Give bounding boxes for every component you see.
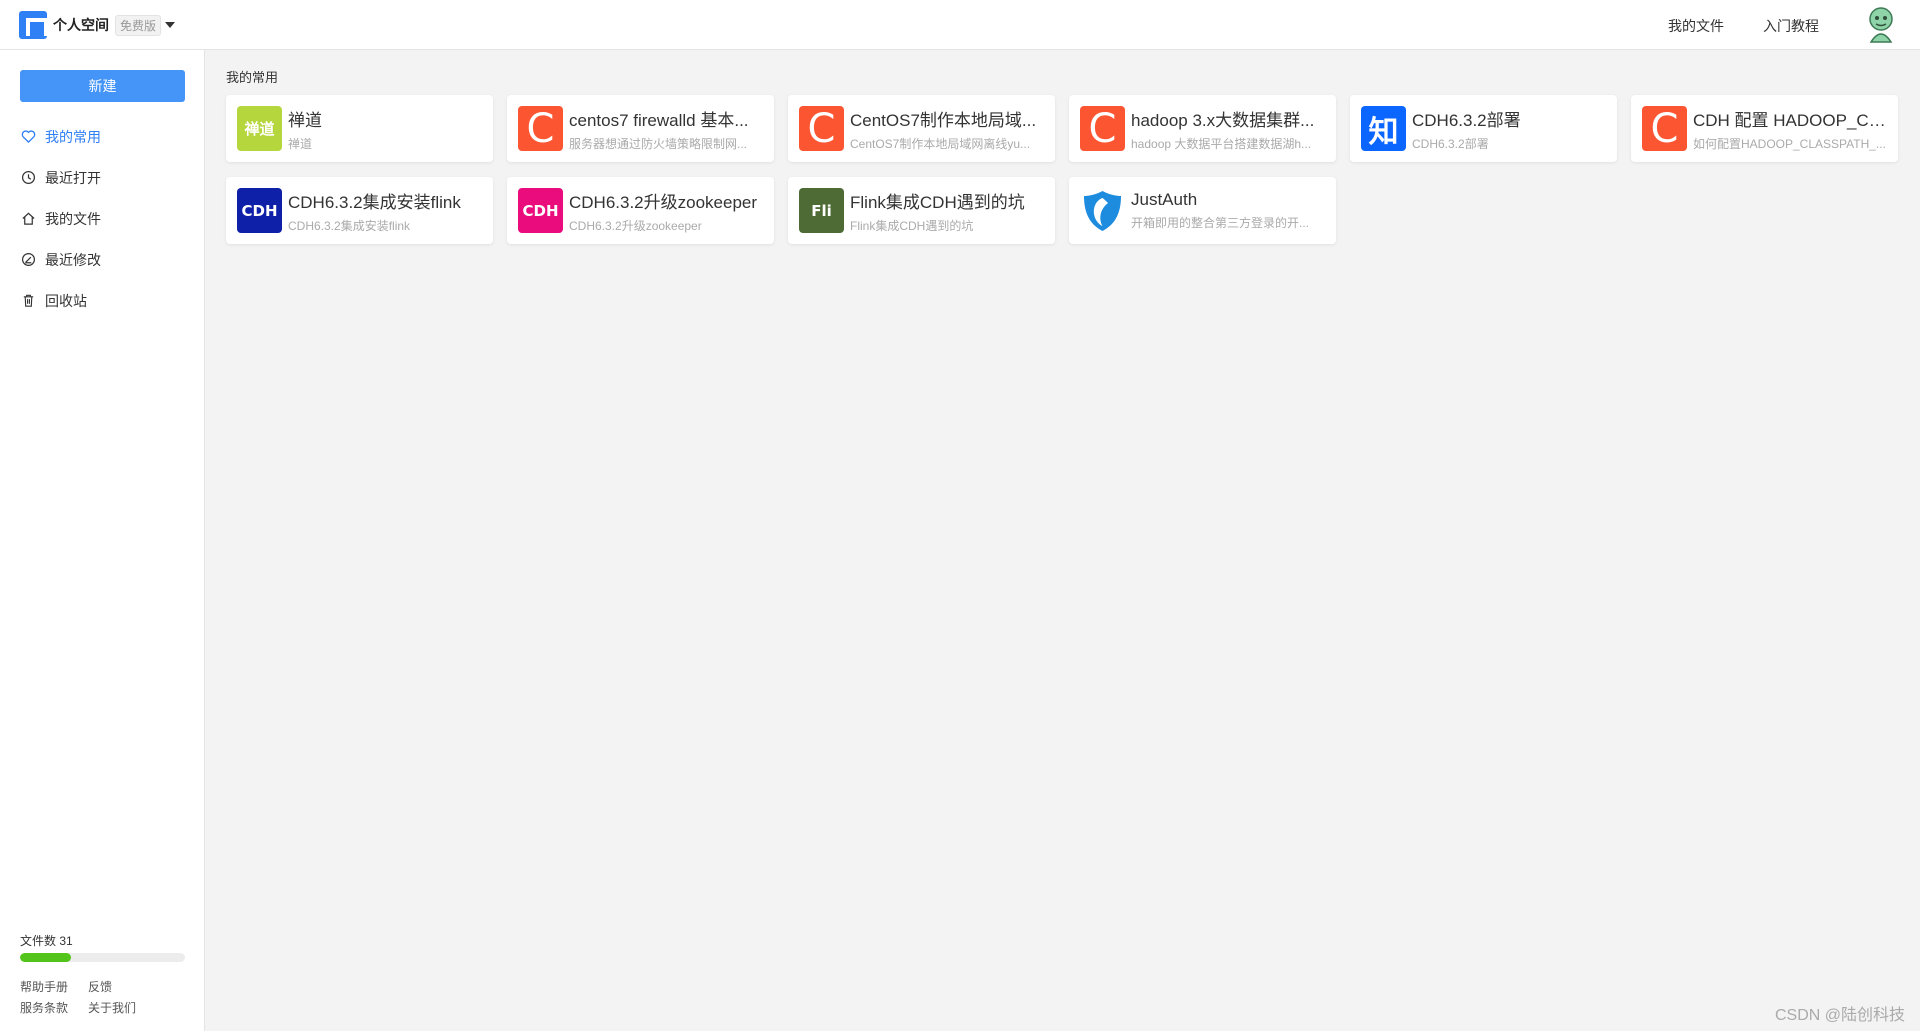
card-subtitle: CDH6.3.2部署 [1412,136,1489,151]
zentao-icon: 禅道 [237,106,282,151]
file-card[interactable]: C hadoop 3.x大数据集群... hadoop 大数据平台搭建数据湖h.… [1069,95,1336,162]
sidebar-item-trash[interactable]: 回收站 [20,280,190,321]
trash-icon [20,293,36,309]
file-card[interactable]: CDH CDH6.3.2升级zookeeper CDH6.3.2升级zookee… [507,177,774,244]
sidebar-item-label: 我的文件 [45,210,101,227]
card-subtitle: hadoop 大数据平台搭建数据湖h... [1131,136,1312,151]
file-quota-bar [20,953,185,962]
card-title: CDH6.3.2集成安装flink [288,192,461,212]
file-card[interactable]: C CDH 配置 HADOOP_CL... 如何配置HADOOP_CLASSPA… [1631,95,1898,162]
file-quota-fill [20,953,72,962]
card-subtitle: CDH6.3.2集成安装flink [288,218,411,233]
space-name: 个人空间 [53,17,109,33]
sidebar: 新建 我的常用 最近打开 我的文件 最近修改 回收站 文件数 31 帮助手册 反… [0,50,205,1031]
card-title: centos7 firewalld 基本... [569,110,749,130]
cdh-icon: CDH [518,188,563,233]
main-content: 我的常用 禅道 禅道 禅道 C centos7 firewalld 基本... … [205,50,1920,1031]
plan-badge: 免费版 [115,14,162,36]
terms-link[interactable]: 服务条款 [20,999,88,1016]
card-title: CDH6.3.2部署 [1412,110,1521,130]
card-subtitle: 禅道 [288,136,313,151]
caret-down-icon[interactable] [165,22,176,28]
card-subtitle: 如何配置HADOOP_CLASSPATH_... [1693,136,1886,151]
cdh-icon: CDH [237,188,282,233]
file-card[interactable]: C centos7 firewalld 基本... 服务器想通过防火墙策略限制网… [507,95,774,162]
card-title: Flink集成CDH遇到的坑 [850,192,1025,212]
file-card[interactable]: JustAuth 开箱即用的整合第三方登录的开... [1069,177,1336,244]
feedback-link[interactable]: 反馈 [88,978,156,995]
app-logo-icon [19,11,48,39]
card-title: JustAuth [1131,190,1198,209]
zhihu-icon: 知 [1361,106,1406,151]
flink-icon: Fli [799,188,844,233]
file-card[interactable]: C CentOS7制作本地局域... CentOS7制作本地局域网离线yu... [788,95,1055,162]
watermark: CSDN @陆创科技 [1774,1007,1905,1024]
avatar[interactable] [1864,6,1898,44]
file-card[interactable]: Fli Flink集成CDH遇到的坑 Flink集成CDH遇到的坑 [788,177,1055,244]
header-link-tutorial[interactable]: 入门教程 [1763,16,1819,36]
sidebar-footer: 帮助手册 反馈 服务条款 关于我们 [20,976,190,1018]
edit-circle-icon [20,252,36,268]
home-icon [20,211,36,227]
csdn-icon: C [799,106,844,151]
top-bar: 个人空间 免费版 我的文件 入门教程 [0,0,1920,50]
sidebar-item-my-files[interactable]: 我的文件 [20,198,190,239]
sidebar-nav: 我的常用 最近打开 我的文件 最近修改 回收站 [20,116,190,321]
file-card[interactable]: 禅道 禅道 禅道 [226,95,493,162]
csdn-icon: C [1080,106,1125,151]
sidebar-item-label: 最近打开 [45,169,101,186]
sidebar-item-label: 回收站 [45,292,87,309]
sidebar-item-recent-opened[interactable]: 最近打开 [20,157,190,198]
csdn-icon: C [1642,106,1687,151]
about-link[interactable]: 关于我们 [88,999,156,1016]
file-card[interactable]: CDH CDH6.3.2集成安装flink CDH6.3.2集成安装flink [226,177,493,244]
card-subtitle: 服务器想通过防火墙策略限制网... [569,136,748,151]
card-subtitle: CDH6.3.2升级zookeeper [569,218,702,233]
heart-icon [20,129,36,145]
header-link-my-files[interactable]: 我的文件 [1668,16,1724,36]
card-subtitle: Flink集成CDH遇到的坑 [850,218,974,233]
file-count-label: 文件数 31 [20,934,73,948]
clock-icon [20,170,36,186]
file-quota: 文件数 31 [20,932,185,962]
sidebar-item-favorites[interactable]: 我的常用 [20,116,190,157]
card-title: CDH6.3.2升级zookeeper [569,192,758,212]
card-subtitle: 开箱即用的整合第三方登录的开... [1131,216,1310,230]
file-card[interactable]: 知 CDH6.3.2部署 CDH6.3.2部署 [1350,95,1617,162]
card-title: hadoop 3.x大数据集群... [1131,110,1315,130]
sidebar-item-label: 我的常用 [45,128,101,145]
card-subtitle: CentOS7制作本地局域网离线yu... [850,136,1031,151]
help-link[interactable]: 帮助手册 [20,978,88,995]
section-title: 我的常用 [226,70,279,85]
new-button[interactable]: 新建 [20,70,185,102]
card-title: 禅道 [288,110,322,130]
space-switcher[interactable]: 个人空间 免费版 [19,11,176,39]
card-title: CentOS7制作本地局域... [850,110,1037,130]
sidebar-item-label: 最近修改 [45,251,101,268]
card-title: CDH 配置 HADOOP_CL... [1693,110,1891,130]
sidebar-item-recent-modified[interactable]: 最近修改 [20,239,190,280]
justauth-shield-icon [1080,188,1125,233]
csdn-icon: C [518,106,563,151]
